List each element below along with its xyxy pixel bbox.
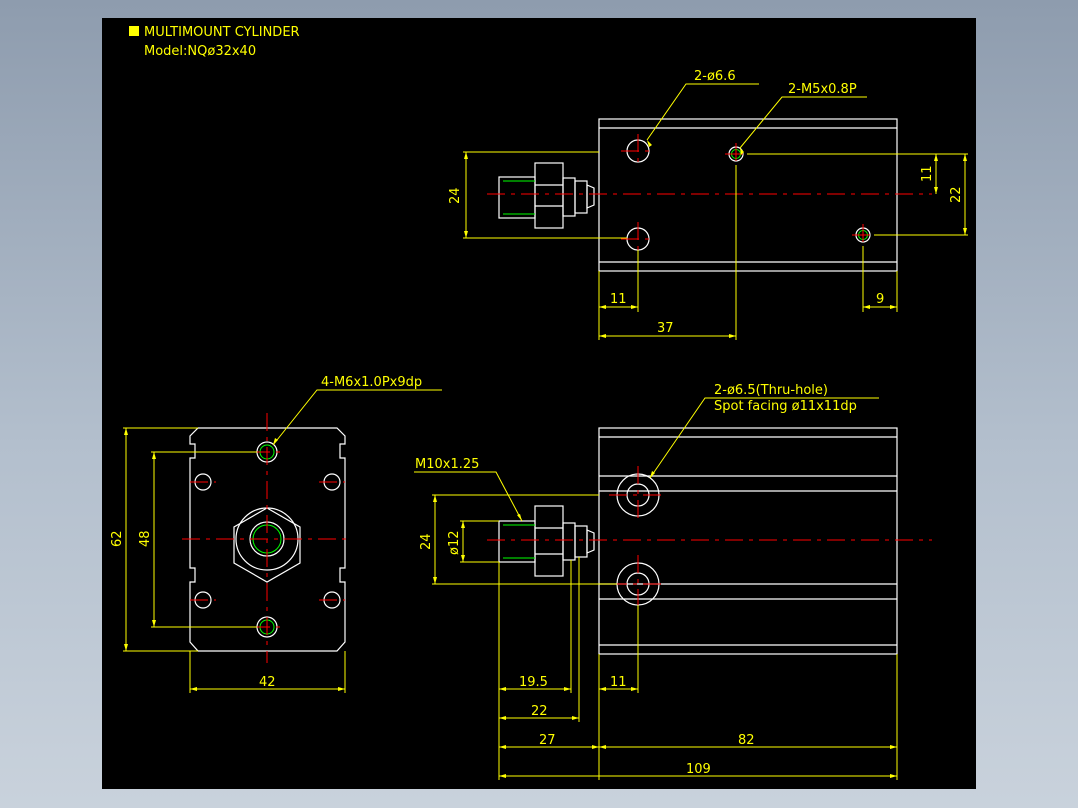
front-body-outline [598,427,898,655]
side-view: 4-M6x1.0Px9dp 62 48 42 [110,375,442,693]
title-line-1: MULTIMOUNT CYLINDER [144,25,300,40]
title-line-2: Model:NQø32x40 [144,44,256,59]
dim-top-24: 24 [448,187,463,204]
front-centerlines [487,466,932,613]
dim-front-109: 109 [686,762,711,777]
front-view: 2-ø6.5(Thru-hole) Spot facing ø11x11dp M… [414,383,932,780]
dim-front-19-5: 19.5 [519,675,548,690]
title-marker [129,26,139,36]
callout-rod-thread: M10x1.25 [415,457,479,472]
top-holes [626,139,871,251]
dim-front-d12: ø12 [447,531,462,556]
callout-front-hole-line-2: Spot facing ø11x11dp [714,399,857,414]
callout-top-tap: 2-M5x0.8P [788,82,857,97]
technical-drawing: MULTIMOUNT CYLINDER Model:NQø32x40 2-ø6.… [110,25,968,780]
callout-side-tap: 4-M6x1.0Px9dp [321,375,422,390]
top-rod-thread [503,180,535,215]
callout-top-hole: 2-ø6.6 [694,69,736,84]
front-rod-end [498,505,595,577]
dim-top-11-vertical: 11 [920,165,935,182]
side-centerlines [182,413,352,663]
top-dimension-lines [463,83,968,340]
dim-side-48: 48 [138,530,153,547]
top-rod-end [498,162,595,229]
dim-front-27: 27 [539,733,556,748]
dim-side-62: 62 [110,530,125,547]
dim-top-11-horizontal: 11 [610,292,627,307]
side-dimension-lines [123,389,442,693]
front-dimension-lines [414,397,898,780]
dim-top-9: 9 [876,292,884,307]
front-rod-thread [503,524,535,559]
title-block: MULTIMOUNT CYLINDER Model:NQø32x40 [129,25,300,59]
dim-side-42: 42 [259,675,276,690]
dim-front-22: 22 [531,704,548,719]
dim-front-24: 24 [419,533,434,550]
dim-top-22: 22 [949,186,964,203]
cad-viewport[interactable]: MULTIMOUNT CYLINDER Model:NQø32x40 2-ø6.… [102,18,976,789]
callout-front-hole-line-1: 2-ø6.5(Thru-hole) [714,383,828,398]
front-dimension-arrows [433,471,897,778]
top-view: 2-ø6.6 2-M5x0.8P 24 11 22 11 9 37 [448,69,968,340]
dim-top-37: 37 [657,321,674,336]
top-dimension-arrows [464,140,967,338]
dim-front-82: 82 [738,733,755,748]
dim-front-11: 11 [610,675,627,690]
